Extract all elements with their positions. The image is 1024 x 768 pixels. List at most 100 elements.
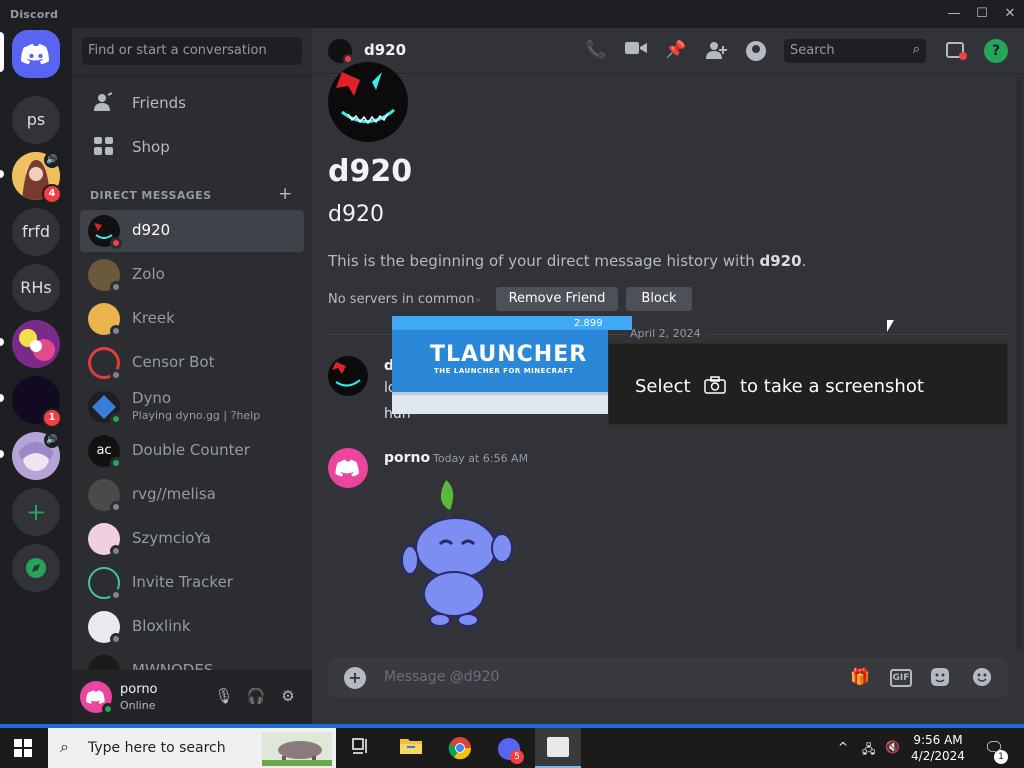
- server-rhs[interactable]: RHs: [12, 264, 60, 312]
- message-author[interactable]: porno: [384, 450, 430, 466]
- dm-item[interactable]: Bloxlink: [80, 606, 304, 648]
- status-offline: [110, 633, 122, 645]
- dm-intro-text: This is the beginning of your direct mes…: [328, 252, 806, 270]
- divider: [72, 75, 312, 76]
- volume-muted-icon[interactable]: 🔇: [885, 740, 900, 754]
- dm-item[interactable]: Kreek: [80, 298, 304, 340]
- network-icon[interactable]: 🖧: [862, 740, 875, 761]
- message-input[interactable]: Message @d920: [384, 669, 499, 685]
- home-button[interactable]: [12, 30, 60, 78]
- windows-start-icon[interactable]: [14, 739, 32, 757]
- emoji-icon[interactable]: [970, 667, 994, 689]
- mouse-cursor: [887, 320, 894, 332]
- search-input[interactable]: Search ⌕: [784, 39, 926, 63]
- remove-friend-button[interactable]: Remove Friend: [496, 287, 618, 311]
- close-button[interactable]: ✕: [1002, 6, 1018, 22]
- message-avatar[interactable]: [328, 356, 368, 396]
- username: porno: [120, 682, 158, 697]
- file-explorer-icon[interactable]: [398, 736, 424, 760]
- nav-friends[interactable]: Friends: [80, 82, 304, 124]
- nav-shop[interactable]: Shop: [80, 126, 304, 168]
- toast-pre: Select: [635, 376, 691, 397]
- dm-item[interactable]: Censor Bot: [80, 342, 304, 384]
- sticker-icon[interactable]: [928, 667, 952, 689]
- help-icon[interactable]: ?: [984, 39, 1008, 63]
- inbox-icon[interactable]: [944, 40, 968, 62]
- block-button[interactable]: Block: [626, 287, 692, 311]
- dm-item[interactable]: MWNODES: [80, 650, 304, 670]
- status-offline: [110, 501, 122, 513]
- user-profile-icon[interactable]: [744, 40, 768, 62]
- mention-badge: 4: [42, 184, 62, 204]
- taskbar-search[interactable]: ⌕ Type here to search: [48, 728, 336, 768]
- app-name: Discord: [10, 8, 59, 21]
- voice-call-icon[interactable]: 📞: [584, 40, 608, 62]
- video-call-icon[interactable]: [624, 40, 648, 62]
- shop-icon: [92, 136, 116, 158]
- java-app-icon[interactable]: [535, 728, 581, 768]
- avatar: [88, 655, 120, 670]
- intro-suffix: .: [801, 252, 807, 270]
- chrome-icon[interactable]: [447, 736, 473, 760]
- create-dm-button[interactable]: +: [278, 184, 292, 204]
- camera-icon: [704, 376, 727, 399]
- dm-item[interactable]: SzymcioYa: [80, 518, 304, 560]
- discord-taskbar-icon[interactable]: 5: [496, 736, 524, 764]
- dm-item[interactable]: Invite Tracker: [80, 562, 304, 604]
- wumpus-sticker: [396, 476, 520, 630]
- screenshot-toast[interactable]: Select to take a screenshot: [608, 343, 1008, 425]
- status-online: [110, 413, 122, 425]
- upload-plus-icon[interactable]: +: [344, 667, 366, 689]
- taskbar-clock[interactable]: 9:56 AM 4/2/2024: [904, 732, 972, 764]
- speaker-icon: 🔊: [44, 432, 60, 448]
- pin-icon[interactable]: 📌: [664, 40, 688, 62]
- intro-prefix: This is the beginning of your direct mes…: [328, 252, 760, 270]
- gif-button[interactable]: GIF: [890, 669, 912, 687]
- maximize-button[interactable]: ☐: [974, 6, 990, 22]
- search-placeholder: Search: [790, 43, 835, 58]
- explore-servers-button[interactable]: [12, 544, 60, 592]
- status-dnd: [343, 54, 353, 64]
- find-conversation-input[interactable]: Find or start a conversation: [82, 37, 302, 65]
- clock-time: 9:56 AM: [913, 733, 963, 747]
- dm-name: MWNODES: [132, 661, 214, 670]
- chat-scrollbar[interactable]: [1016, 76, 1022, 651]
- dm-name: d920: [132, 221, 171, 239]
- server-art-icon: [12, 320, 60, 368]
- unread-pill: [0, 394, 4, 402]
- tray-chevron-icon[interactable]: ^: [838, 740, 848, 754]
- gift-icon[interactable]: 🎁: [848, 667, 872, 689]
- add-friend-icon[interactable]: [704, 40, 728, 62]
- dm-name: Bloxlink: [132, 617, 191, 635]
- settings-gear-icon[interactable]: ⚙: [278, 687, 298, 707]
- dm-name: Kreek: [132, 309, 175, 327]
- dm-item[interactable]: ac Double Counter: [80, 430, 304, 472]
- message-composer[interactable]: + Message @d920 🎁 GIF: [328, 658, 1008, 698]
- server-rail: ps 4 🔊 frfd RHs 1 🔊 +: [0, 28, 72, 724]
- status-online: [110, 457, 122, 469]
- dm-item[interactable]: Dyno Playing dyno.gg | ?help: [80, 386, 304, 428]
- clock-date: 4/2/2024: [911, 749, 965, 763]
- dm-name: Censor Bot: [132, 353, 215, 371]
- server-avatar-5[interactable]: [12, 320, 60, 368]
- microphone-icon[interactable]: 🎙: [214, 687, 234, 707]
- message-avatar[interactable]: [328, 448, 368, 488]
- notification-count: 1: [994, 750, 1008, 764]
- channel-name: d920: [364, 41, 407, 59]
- taskbar-search-placeholder[interactable]: Type here to search: [88, 740, 226, 756]
- tlauncher-splash: 2.899 TLAUNCHER THE LAUNCHER FOR MINECRA…: [392, 316, 632, 414]
- add-server-button[interactable]: +: [12, 488, 60, 536]
- server-frfd[interactable]: frfd: [12, 208, 60, 256]
- dm-item[interactable]: Zolo: [80, 254, 304, 296]
- dm-item[interactable]: rvg//melisa: [80, 474, 304, 516]
- task-view-icon[interactable]: [348, 736, 374, 760]
- dm-item[interactable]: d920: [80, 210, 304, 252]
- mention-badge: 1: [42, 408, 62, 428]
- search-icon: ⌕: [912, 42, 920, 57]
- windows-taskbar: ⌕ Type here to search 5 ^ 🖧 🔇 9:56 AM 4/…: [0, 728, 1024, 768]
- minimize-button[interactable]: —: [946, 6, 962, 22]
- status-offline: [110, 545, 122, 557]
- server-ps[interactable]: ps: [12, 96, 60, 144]
- dm-name: Double Counter: [132, 441, 250, 459]
- headphones-icon[interactable]: 🎧: [246, 687, 266, 707]
